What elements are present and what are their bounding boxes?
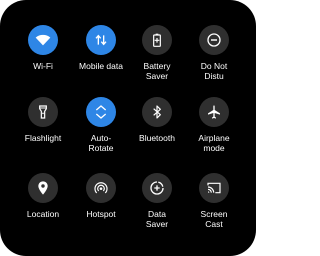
do-not-disturb-toggle-button[interactable]	[199, 25, 229, 55]
location-toggle-button[interactable]	[28, 173, 58, 203]
tile-label: Flashlight	[24, 133, 62, 143]
data-saver-icon	[150, 181, 164, 195]
hotspot-toggle-button[interactable]	[86, 173, 116, 203]
tile-wifi[interactable]: Wi-Fi	[11, 25, 75, 71]
tile-label: Screen Cast	[200, 209, 228, 229]
battery-icon	[153, 33, 161, 47]
tile-screen-cast[interactable]: Screen Cast	[182, 173, 246, 229]
airplane-mode-toggle-button[interactable]	[199, 97, 229, 127]
quick-settings-panel: Wi-Fi Mobile data Battery Saver Do Not D…	[0, 0, 256, 256]
tile-do-not-disturb[interactable]: Do Not Distu	[182, 25, 246, 81]
tile-label: Data Saver	[145, 209, 169, 229]
tile-label: Mobile data	[79, 61, 123, 71]
hotspot-icon	[94, 182, 108, 194]
tile-label: Battery Saver	[143, 61, 171, 81]
bluetooth-toggle-button[interactable]	[142, 97, 172, 127]
tile-hotspot[interactable]: Hotspot	[69, 173, 133, 219]
tile-flashlight[interactable]: Flashlight	[11, 97, 75, 143]
tile-label: Location	[26, 209, 60, 219]
tile-auto-rotate[interactable]: Auto- Rotate	[69, 97, 133, 153]
screen-cast-toggle-button[interactable]	[199, 173, 229, 203]
tile-label: Airplane mode	[198, 133, 230, 153]
airplane-icon	[208, 105, 220, 119]
wifi-icon	[35, 34, 51, 46]
tile-location[interactable]: Location	[11, 173, 75, 219]
auto-rotate-toggle-button[interactable]	[86, 97, 116, 127]
tile-mobile-data[interactable]: Mobile data	[69, 25, 133, 71]
tile-label: Wi-Fi	[33, 61, 53, 71]
tile-data-saver[interactable]: Data Saver	[125, 173, 189, 229]
tile-label: Do Not Distu	[200, 61, 228, 81]
auto-rotate-icon	[95, 105, 107, 119]
tile-battery-saver[interactable]: Battery Saver	[125, 25, 189, 81]
tile-airplane-mode[interactable]: Airplane mode	[182, 97, 246, 153]
battery-saver-toggle-button[interactable]	[142, 25, 172, 55]
do-not-disturb-icon	[207, 33, 221, 47]
tile-label: Hotspot	[86, 209, 116, 219]
tile-bluetooth[interactable]: Bluetooth	[125, 97, 189, 143]
mobile-data-icon	[95, 34, 107, 46]
tile-label: Auto- Rotate	[88, 133, 114, 153]
screen-cast-icon	[207, 182, 221, 194]
data-saver-toggle-button[interactable]	[142, 173, 172, 203]
flashlight-toggle-button[interactable]	[28, 97, 58, 127]
bluetooth-icon	[153, 105, 161, 119]
flashlight-icon	[39, 105, 47, 119]
tile-label: Bluetooth	[139, 133, 175, 143]
wifi-toggle-button[interactable]	[28, 25, 58, 55]
mobile-data-toggle-button[interactable]	[86, 25, 116, 55]
location-icon	[38, 181, 48, 195]
